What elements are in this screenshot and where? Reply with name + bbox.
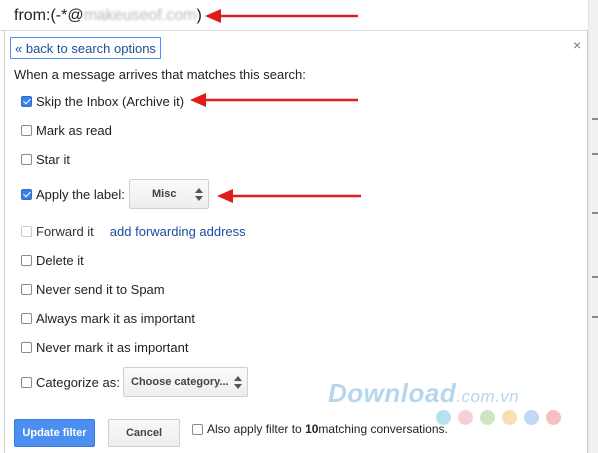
- strip-marker: [592, 153, 598, 155]
- action-label: Categorize as:: [36, 374, 120, 390]
- category-select[interactable]: Choose category...: [123, 367, 248, 397]
- search-query-prefix: from:(-*@: [14, 7, 84, 24]
- watermark-dot: [546, 410, 561, 425]
- also-apply-suffix: matching conversations.: [318, 422, 448, 436]
- watermark-dot: [458, 410, 473, 425]
- matching-count: 10: [305, 422, 319, 436]
- red-arrow-annotation: [217, 189, 361, 203]
- action-skip-inbox[interactable]: Skip the Inbox (Archive it): [21, 92, 184, 110]
- watermark-domain: .com.vn: [456, 387, 520, 406]
- checkbox-icon[interactable]: [21, 153, 32, 165]
- action-label: Star it: [36, 151, 70, 167]
- checkbox-icon[interactable]: [21, 254, 32, 266]
- watermark-dot: [480, 410, 495, 425]
- action-label: Mark as read: [36, 122, 112, 138]
- action-apply-label[interactable]: Apply the label:: [21, 185, 125, 203]
- checkbox-icon[interactable]: [192, 423, 203, 435]
- action-delete-it[interactable]: Delete it: [21, 251, 84, 269]
- action-label: Never mark it as important: [36, 339, 189, 355]
- action-label: Delete it: [36, 252, 84, 268]
- also-apply-filter-option[interactable]: Also apply filter to 10 matching convers…: [192, 422, 448, 436]
- action-never-spam[interactable]: Never send it to Spam: [21, 280, 165, 298]
- also-apply-prefix: Also apply filter to: [207, 422, 302, 436]
- cancel-button[interactable]: Cancel: [108, 419, 180, 447]
- strip-marker: [592, 212, 598, 214]
- category-select-value: Choose category...: [131, 376, 229, 388]
- red-arrow-annotation: [205, 9, 358, 23]
- action-always-important[interactable]: Always mark it as important: [21, 309, 195, 327]
- action-label: Always mark it as important: [36, 310, 195, 326]
- red-arrow-annotation: [190, 93, 358, 107]
- up-down-icon: [195, 188, 203, 201]
- action-label: Skip the Inbox (Archive it): [36, 93, 185, 109]
- label-select-value: Misc: [152, 188, 177, 200]
- action-forward-it[interactable]: Forward it add forwarding address: [21, 222, 246, 240]
- strip-marker: [592, 118, 598, 120]
- checkbox-icon[interactable]: [21, 283, 32, 295]
- filter-intro-text: When a message arrives that matches this…: [14, 67, 306, 82]
- checkbox-icon[interactable]: [21, 341, 32, 353]
- action-label: Apply the label:: [36, 186, 125, 202]
- search-query[interactable]: from:(-*@makeuseof.com): [14, 7, 202, 25]
- action-label: Forward it: [36, 223, 94, 239]
- checkbox-icon[interactable]: [21, 376, 32, 388]
- action-never-important[interactable]: Never mark it as important: [21, 338, 188, 356]
- background-inbox-strip: [588, 0, 598, 453]
- search-query-blurred-domain: makeuseof.com: [83, 7, 197, 24]
- watermark-dot: [502, 410, 517, 425]
- watermark-dot: [524, 410, 539, 425]
- add-forwarding-address-link[interactable]: add forwarding address: [110, 224, 246, 239]
- download-watermark: Download.com.vn: [328, 378, 519, 409]
- back-to-search-options-link[interactable]: « back to search options: [10, 37, 161, 59]
- checkbox-icon[interactable]: [21, 124, 32, 136]
- strip-marker: [592, 276, 598, 278]
- action-mark-as-read[interactable]: Mark as read: [21, 121, 112, 139]
- checkbox-icon[interactable]: [21, 225, 32, 237]
- watermark-text: Download: [328, 378, 457, 408]
- checkbox-icon[interactable]: [21, 188, 32, 200]
- search-query-suffix: ): [196, 7, 202, 24]
- checkbox-icon[interactable]: [21, 95, 32, 107]
- strip-marker: [592, 316, 598, 318]
- label-select[interactable]: Misc: [129, 179, 209, 209]
- close-icon[interactable]: ×: [573, 37, 581, 53]
- checkbox-icon[interactable]: [21, 312, 32, 324]
- action-star-it[interactable]: Star it: [21, 150, 70, 168]
- update-filter-button[interactable]: Update filter: [14, 419, 95, 447]
- action-categorize-as[interactable]: Categorize as:: [21, 373, 120, 391]
- action-label: Never send it to Spam: [36, 281, 165, 297]
- up-down-icon: [234, 376, 242, 389]
